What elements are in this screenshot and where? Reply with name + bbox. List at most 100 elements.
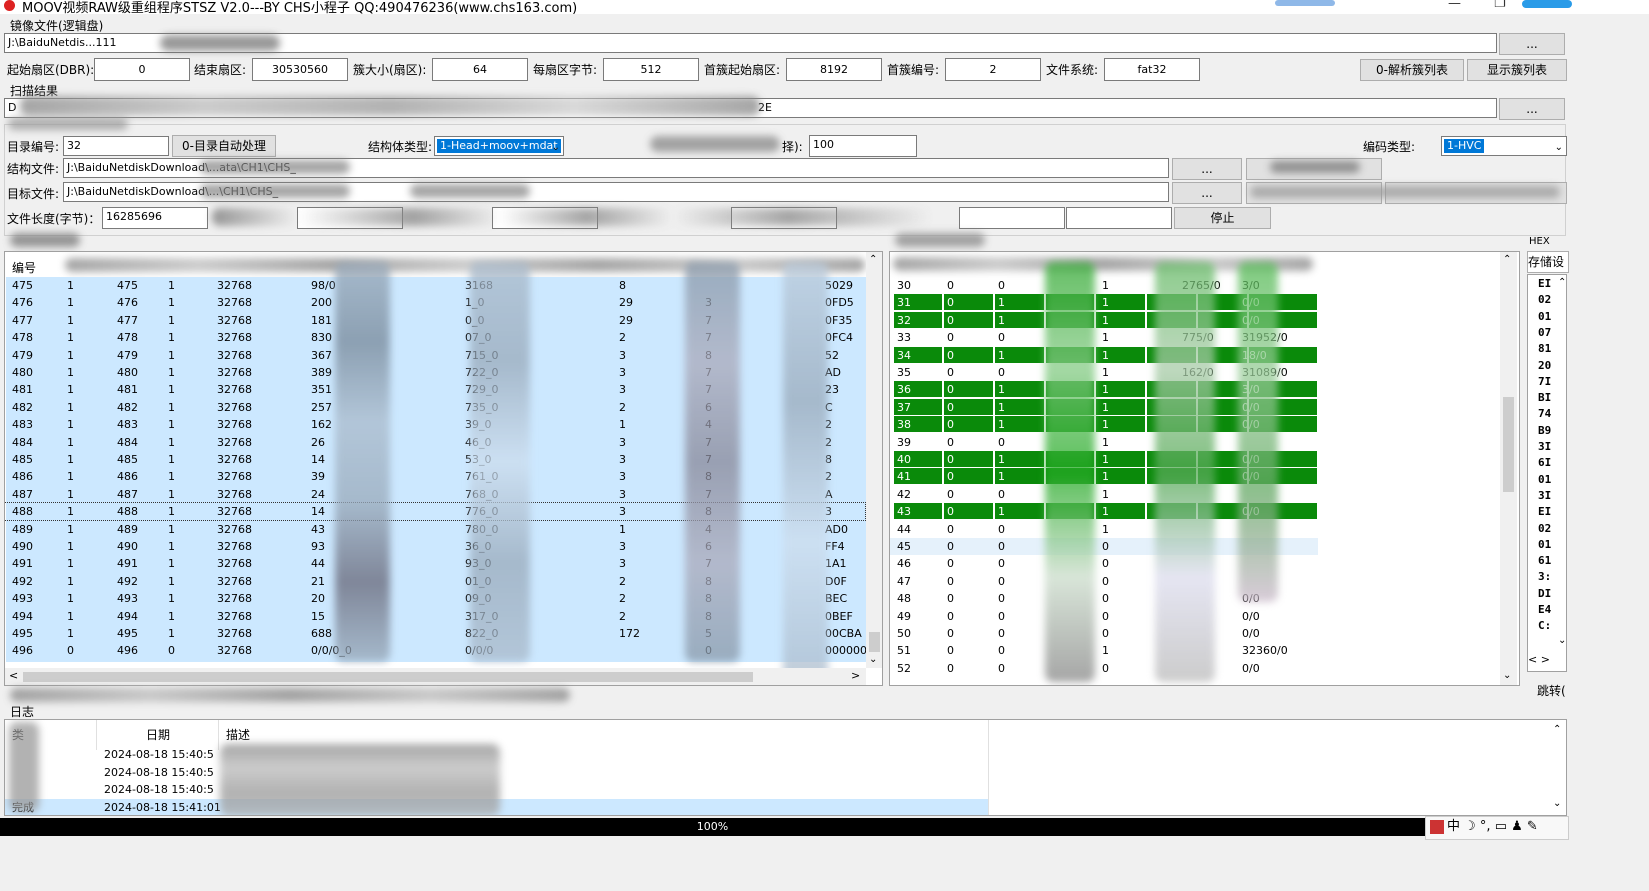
filesystem-field[interactable]: fat32: [1104, 58, 1200, 81]
codec-select[interactable]: 1-HVC ⌄: [1441, 136, 1567, 156]
jump-label[interactable]: 跳转(: [1537, 682, 1566, 699]
select-value-field[interactable]: 100: [809, 135, 917, 157]
table-cell: 39: [897, 435, 911, 449]
ime-toolbar[interactable]: 中 ☽ °, ▭ ♟ ✎: [1425, 816, 1569, 840]
table-cell: 0: [947, 348, 954, 362]
codec-value: 1-HVC: [1444, 139, 1485, 153]
table-row[interactable]: 51 0 0 1 32360/0: [890, 642, 1318, 659]
table-cell: 495: [12, 627, 33, 640]
struct-browse-button[interactable]: ...: [1172, 158, 1242, 180]
scroll-down-icon[interactable]: ⌄: [1553, 798, 1561, 809]
first-cluster-no-field[interactable]: 2: [945, 58, 1041, 81]
scroll-left-icon[interactable]: <: [9, 669, 18, 682]
dir-no-field[interactable]: 32: [63, 136, 169, 156]
table-cell: 0: [998, 366, 1005, 379]
table-cell: 1: [1102, 348, 1109, 362]
image-browse-button[interactable]: ...: [1499, 33, 1565, 55]
table-cell: 0: [947, 540, 954, 553]
hex-line: DI: [1538, 586, 1552, 600]
target-browse-button[interactable]: ...: [1172, 182, 1242, 204]
redaction: [160, 35, 280, 51]
table-cell: 0: [1102, 609, 1109, 623]
restore-button[interactable]: ❐: [1494, 0, 1506, 11]
bytes-per-sector-field[interactable]: 512: [603, 58, 699, 81]
scroll-thumb[interactable]: [1503, 397, 1514, 492]
table-cell: 32768: [217, 366, 252, 379]
table-cell: 50: [897, 627, 911, 640]
table-cell: 1: [998, 313, 1005, 327]
table-cell: 0: [998, 644, 1005, 658]
scroll-thumb[interactable]: [23, 672, 753, 682]
ime-lang[interactable]: 中: [1447, 819, 1460, 834]
cluster-size-label: 簇大小(扇区):: [353, 63, 427, 77]
table-cell: 0/0: [1242, 661, 1260, 675]
stop-button[interactable]: 停止: [1174, 207, 1271, 229]
scroll-up-icon[interactable]: ⌃: [1553, 724, 1561, 735]
flag-table[interactable]: 300012765/03/0310110/0320110/033001775/0…: [889, 251, 1520, 686]
table-row[interactable]: 50 0 0 0 0/0: [890, 625, 1318, 642]
table-cell: 1: [168, 487, 175, 501]
table-cell: 1: [998, 296, 1005, 310]
scan-browse-button[interactable]: ...: [1499, 98, 1565, 120]
table-cell: 0: [998, 540, 1005, 553]
start-sector-field[interactable]: 0: [94, 58, 190, 81]
table-row[interactable]: 49 0 0 0 0/0: [890, 608, 1318, 625]
redaction: [8, 118, 128, 130]
log-col-desc: 描述: [226, 728, 251, 742]
table-cell: 475: [12, 279, 33, 292]
table-cell: 496: [117, 644, 138, 658]
scroll-left-right-icon[interactable]: < >: [1528, 653, 1550, 666]
scroll-up-icon[interactable]: ⌃: [1558, 277, 1566, 288]
redaction: [220, 744, 500, 815]
table-cell: 0: [1102, 592, 1109, 606]
hex-view[interactable]: EI 02 01 07 81 20 7I BI 74 B9 3I 6I 01 3I EI 02 01 61 3: DI…: [1527, 274, 1567, 672]
table-cell: 488: [117, 505, 138, 519]
table-cell: 1: [168, 505, 175, 519]
table-cell: 1: [1102, 522, 1109, 536]
table-cell: 688: [311, 627, 332, 640]
hex-line: 81: [1538, 342, 1552, 356]
table-row[interactable]: 52 0 0 0 0/0: [890, 660, 1318, 677]
file-length-field[interactable]: 16285696: [102, 207, 208, 229]
table-cell: 1: [168, 400, 175, 414]
scroll-down-icon[interactable]: ⌄: [1558, 635, 1566, 646]
redaction: [20, 96, 760, 116]
scroll-down-icon[interactable]: ⌄: [1503, 670, 1511, 681]
show-cluster-list-button[interactable]: 显示簇列表: [1467, 59, 1567, 81]
horizontal-scrollbar[interactable]: < >: [5, 668, 866, 685]
field-d[interactable]: [959, 207, 1065, 229]
table-cell: 14: [311, 453, 325, 466]
table-cell: 93: [311, 540, 325, 553]
table-cell: 0: [998, 574, 1005, 588]
vertical-scrollbar[interactable]: ⌃ ⌄: [866, 252, 882, 668]
table-cell: 1: [998, 505, 1005, 519]
hex-line: 7I: [1538, 374, 1552, 388]
table-cell: 494: [12, 609, 33, 623]
storage-tab[interactable]: 存储设: [1527, 251, 1569, 273]
cluster-size-field[interactable]: 64: [432, 58, 528, 81]
parse-cluster-list-button[interactable]: 0-解析簇列表: [1360, 59, 1464, 81]
table-cell: 0: [947, 400, 954, 414]
scroll-right-icon[interactable]: >: [851, 669, 860, 682]
table-cell: 0: [1102, 557, 1109, 571]
table-cell: 40: [897, 453, 911, 466]
scroll-down-icon[interactable]: ⌄: [869, 654, 877, 665]
vertical-scrollbar[interactable]: ⌃ ⌄: [1500, 252, 1517, 685]
table-cell: 172: [619, 627, 640, 640]
log-list[interactable]: 类 日期 描述 2024-08-18 15:40:52024-08-18 15:…: [4, 719, 1567, 816]
scroll-up-icon[interactable]: ⌃: [869, 254, 877, 265]
end-sector-field[interactable]: 30530560: [252, 58, 348, 81]
first-cluster-sector-field[interactable]: 8192: [786, 58, 882, 81]
cluster-table[interactable]: 编号 475 1 475 1 32768 98/0 3 1 688 5029 476 1 476 1 327…: [4, 251, 883, 686]
scroll-thumb[interactable]: [869, 632, 880, 652]
table-cell: 1: [998, 383, 1005, 397]
scroll-up-icon[interactable]: ⌃: [1503, 254, 1511, 265]
minimize-button[interactable]: —: [1448, 0, 1461, 11]
table-cell: 1: [67, 331, 74, 345]
field-e[interactable]: [1066, 207, 1172, 229]
table-cell: 0: [998, 487, 1005, 501]
table-cell: 32768: [217, 487, 252, 501]
dir-auto-button[interactable]: 0-目录自动处理: [172, 135, 276, 157]
struct-type-select[interactable]: 1-Head+moov+mdat ⌄: [434, 136, 564, 156]
close-button[interactable]: [1522, 0, 1572, 8]
